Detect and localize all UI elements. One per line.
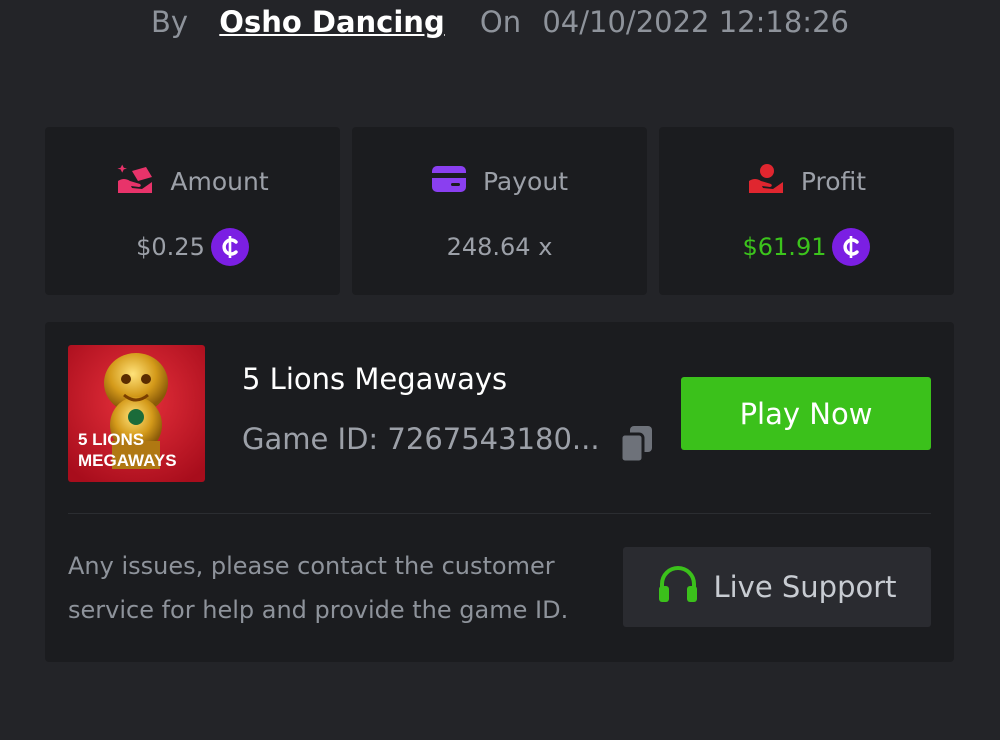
bet-detail-page: By Osho Dancing On 04/10/2022 12:18:26 A… [0,0,1000,740]
card-icon [431,165,467,197]
game-id: Game ID: 7267543180... [242,422,600,456]
stat-card-profit: Profit $61.91 [659,127,954,295]
live-support-label: Live Support [713,570,897,604]
by-label: By [151,5,189,39]
game-panel: 5 LIONS MEGAWAYS 5 Lions Megaways Game I… [45,322,954,662]
bet-meta-line: By Osho Dancing On 04/10/2022 12:18:26 [0,2,1000,42]
play-now-button[interactable]: Play Now [681,377,931,450]
headset-icon [657,564,699,611]
game-title[interactable]: 5 Lions Megaways [242,362,507,396]
hand-coin-icon [747,163,785,199]
live-support-button[interactable]: Live Support [623,547,931,627]
bet-datetime: 04/10/2022 12:18:26 [542,5,849,39]
amount-value: $0.25 [136,233,205,261]
amount-hand-icon [116,163,154,199]
stat-card-amount: Amount $0.25 [45,127,340,295]
thumbnail-title-line2: MEGAWAYS [78,451,177,470]
payout-value: 248.64 x [446,233,553,261]
stat-card-payout: Payout 248.64 x [352,127,647,295]
profit-value: $61.91 [742,233,827,261]
support-message: Any issues, please contact the customer … [68,552,569,624]
payout-label: Payout [482,166,568,196]
username-link[interactable]: Osho Dancing [219,5,444,39]
thumbnail-title-line1: 5 LIONS [78,430,144,449]
copy-icon[interactable] [618,424,656,464]
on-label: On [479,5,522,39]
divider [68,513,931,514]
amount-label: Amount [170,166,269,196]
bet-stats: Amount $0.25 Payout 248.64 x Profit $61.… [45,127,954,295]
coin-icon [210,228,249,266]
profit-label: Profit [800,166,867,196]
coin-icon [832,228,871,266]
game-thumbnail[interactable]: 5 LIONS MEGAWAYS [68,345,205,482]
